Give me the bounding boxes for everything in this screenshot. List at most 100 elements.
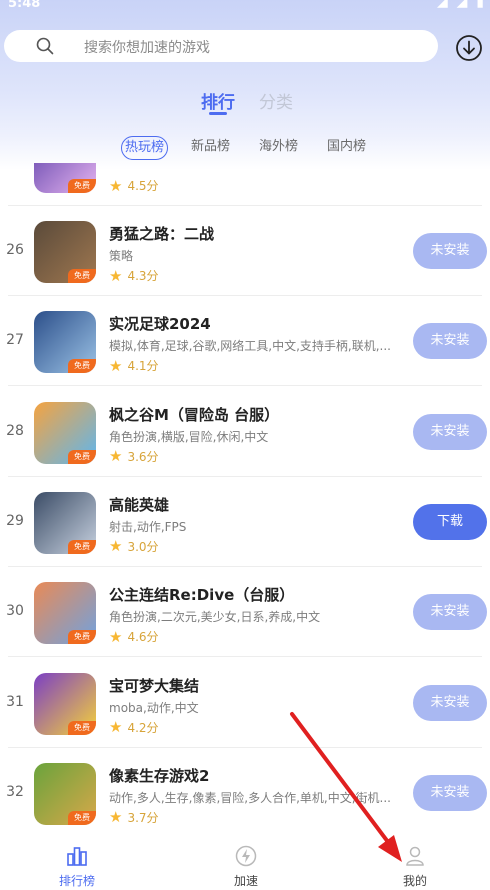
game-thumbnail: 免费 [34, 491, 96, 554]
free-badge: 免费 [68, 269, 96, 283]
subtab-domestic[interactable]: 国内榜 [324, 136, 369, 160]
rank-number: 30 [6, 603, 24, 620]
rank-number: 29 [6, 512, 24, 529]
install-button[interactable]: 未安装 [413, 233, 487, 269]
list-item[interactable]: 30 免费 公主连结Re:Dive（台服） 角色扮演,二次元,美少女,日系,养成… [0, 567, 490, 658]
game-name[interactable]: 高能英雄 [109, 494, 169, 515]
star-icon: ★ [109, 447, 123, 466]
star-icon: ★ [109, 356, 123, 375]
rating-value: 3.6分 [127, 449, 159, 464]
install-button[interactable]: 未安装 [413, 684, 487, 721]
game-rating: ★ 4.6分 [109, 628, 159, 645]
game-ranking-list: 免费 ★ 4.5分 26 免费 勇猛之路：二战 策略 ★ 4.3分 未安装 27… [0, 163, 490, 835]
game-thumbnail: 免费 [34, 762, 96, 825]
free-badge: 免费 [68, 630, 96, 645]
rating-value: 3.0分 [127, 539, 159, 554]
rating-value: 3.7分 [127, 810, 159, 825]
user-icon [406, 846, 424, 866]
list-item[interactable]: 31 免费 宝可梦大集结 moba,动作,中文 ★ 4.2分 未安装 [0, 658, 490, 748]
status-time: 5:48 [8, 0, 41, 11]
game-thumbnail: 免费 [34, 401, 96, 464]
active-tab-indicator [209, 112, 227, 115]
system-icons: ◢ ◢ ▮ [437, 0, 486, 10]
rating-value: 4.3分 [127, 269, 159, 283]
bottom-navigation: 排行榜 加速 我的 [0, 835, 490, 890]
list-item[interactable]: 32 免费 像素生存游戏2 动作,多人,生存,像素,冒险,多人合作,单机,中文,… [0, 748, 490, 835]
game-rating: ★ 3.6分 [109, 448, 159, 465]
rating-value: 4.1分 [127, 359, 159, 374]
subtab-overseas[interactable]: 海外榜 [256, 136, 301, 160]
ranking-icon [67, 847, 87, 866]
star-icon: ★ [109, 537, 123, 556]
rank-number: 27 [6, 332, 24, 349]
game-name[interactable]: 实况足球2024 [109, 313, 211, 334]
game-name[interactable]: 勇猛之路：二战 [109, 223, 214, 244]
list-item[interactable]: 26 免费 勇猛之路：二战 策略 ★ 4.3分 未安装 [0, 206, 490, 296]
game-tags: 射击,动作,FPS [109, 519, 187, 534]
game-tags: 策略 [109, 249, 134, 263]
game-name[interactable]: 枫之谷M（冒险岛 台服） [109, 404, 279, 425]
rank-number: 26 [6, 242, 24, 258]
nav-label: 加速 [233, 874, 258, 888]
free-badge: 免费 [68, 539, 96, 554]
game-thumbnail: 免费 [34, 672, 96, 735]
game-name[interactable]: 像素生存游戏2 [109, 765, 209, 786]
search-icon [36, 37, 54, 55]
game-thumbnail: 免费 [34, 311, 96, 374]
tab-ranking[interactable]: 排行 [201, 88, 235, 113]
status-bar: 5:48 ◢ ◢ ▮ [0, 0, 490, 14]
rating-value: 4.6分 [127, 630, 159, 645]
game-thumbnail: 免费 [34, 221, 96, 283]
game-rating: ★ 3.0分 [109, 538, 159, 555]
rank-number: 28 [6, 422, 24, 439]
main-tabs: 排行 分类 [0, 88, 490, 118]
tab-category[interactable]: 分类 [259, 88, 293, 113]
nav-label: 排行榜 [58, 874, 95, 888]
game-name[interactable]: 宝可梦大集结 [109, 675, 199, 696]
nav-ranking[interactable]: 排行榜 [47, 835, 107, 890]
game-tags: 动作,多人,生存,像素,冒险,多人合作,单机,中文,街机... [109, 790, 391, 805]
game-rating: ★ 4.3分 [109, 267, 159, 284]
game-thumbnail: 免费 [34, 163, 96, 193]
lightning-icon [235, 845, 257, 867]
subtab-new[interactable]: 新品榜 [188, 136, 233, 160]
star-icon: ★ [109, 266, 123, 285]
game-thumbnail: 免费 [34, 582, 96, 645]
install-button[interactable]: 未安装 [413, 413, 487, 450]
subtab-hot[interactable]: 热玩榜 [121, 136, 169, 160]
star-icon: ★ [109, 627, 123, 646]
free-badge: 免费 [68, 810, 96, 825]
nav-label: 我的 [402, 874, 427, 888]
sub-tabs: 热玩榜 新品榜 海外榜 国内榜 [0, 134, 490, 162]
free-badge: 免费 [68, 449, 96, 464]
free-badge: 免费 [68, 179, 96, 193]
download-button[interactable]: 下载 [413, 503, 487, 540]
search-bar[interactable]: 搜索你想加速的游戏 [4, 30, 438, 62]
star-icon: ★ [109, 808, 123, 827]
star-icon: ★ [109, 176, 123, 195]
install-button[interactable]: 未安装 [413, 323, 487, 360]
list-item[interactable]: 28 免费 枫之谷M（冒险岛 台服） 角色扮演,横版,冒险,休闲,中文 ★ 3.… [0, 387, 490, 477]
install-button[interactable]: 未安装 [413, 594, 487, 631]
game-name[interactable]: 公主连结Re:Dive（台服） [109, 584, 294, 605]
nav-mine[interactable]: 我的 [385, 835, 445, 890]
rating-value: 4.2分 [127, 720, 159, 735]
rank-number: 32 [6, 783, 24, 800]
free-badge: 免费 [68, 720, 96, 735]
game-rating: ★ 4.2分 [109, 719, 159, 736]
free-badge: 免费 [68, 359, 96, 374]
list-item[interactable]: 27 免费 实况足球2024 模拟,体育,足球,谷歌,网络工具,中文,支持手柄,… [0, 296, 490, 387]
list-item[interactable]: 免费 ★ 4.5分 [0, 163, 490, 206]
download-manager-button[interactable] [455, 34, 483, 62]
search-input[interactable]: 搜索你想加速的游戏 [84, 37, 210, 57]
nav-accelerate[interactable]: 加速 [216, 835, 276, 890]
game-rating: ★ 4.5分 [109, 176, 159, 195]
rank-number: 31 [6, 693, 24, 710]
list-item[interactable]: 29 免费 高能英雄 射击,动作,FPS ★ 3.0分 下载 [0, 477, 490, 567]
star-icon: ★ [109, 718, 123, 736]
download-icon [456, 35, 482, 61]
install-button[interactable]: 未安装 [413, 774, 487, 811]
game-tags: 角色扮演,二次元,美少女,日系,养成,中文 [109, 610, 321, 625]
game-tags: 模拟,体育,足球,谷歌,网络工具,中文,支持手柄,联机,... [109, 339, 391, 354]
game-tags: 角色扮演,横版,冒险,休闲,中文 [109, 429, 269, 444]
